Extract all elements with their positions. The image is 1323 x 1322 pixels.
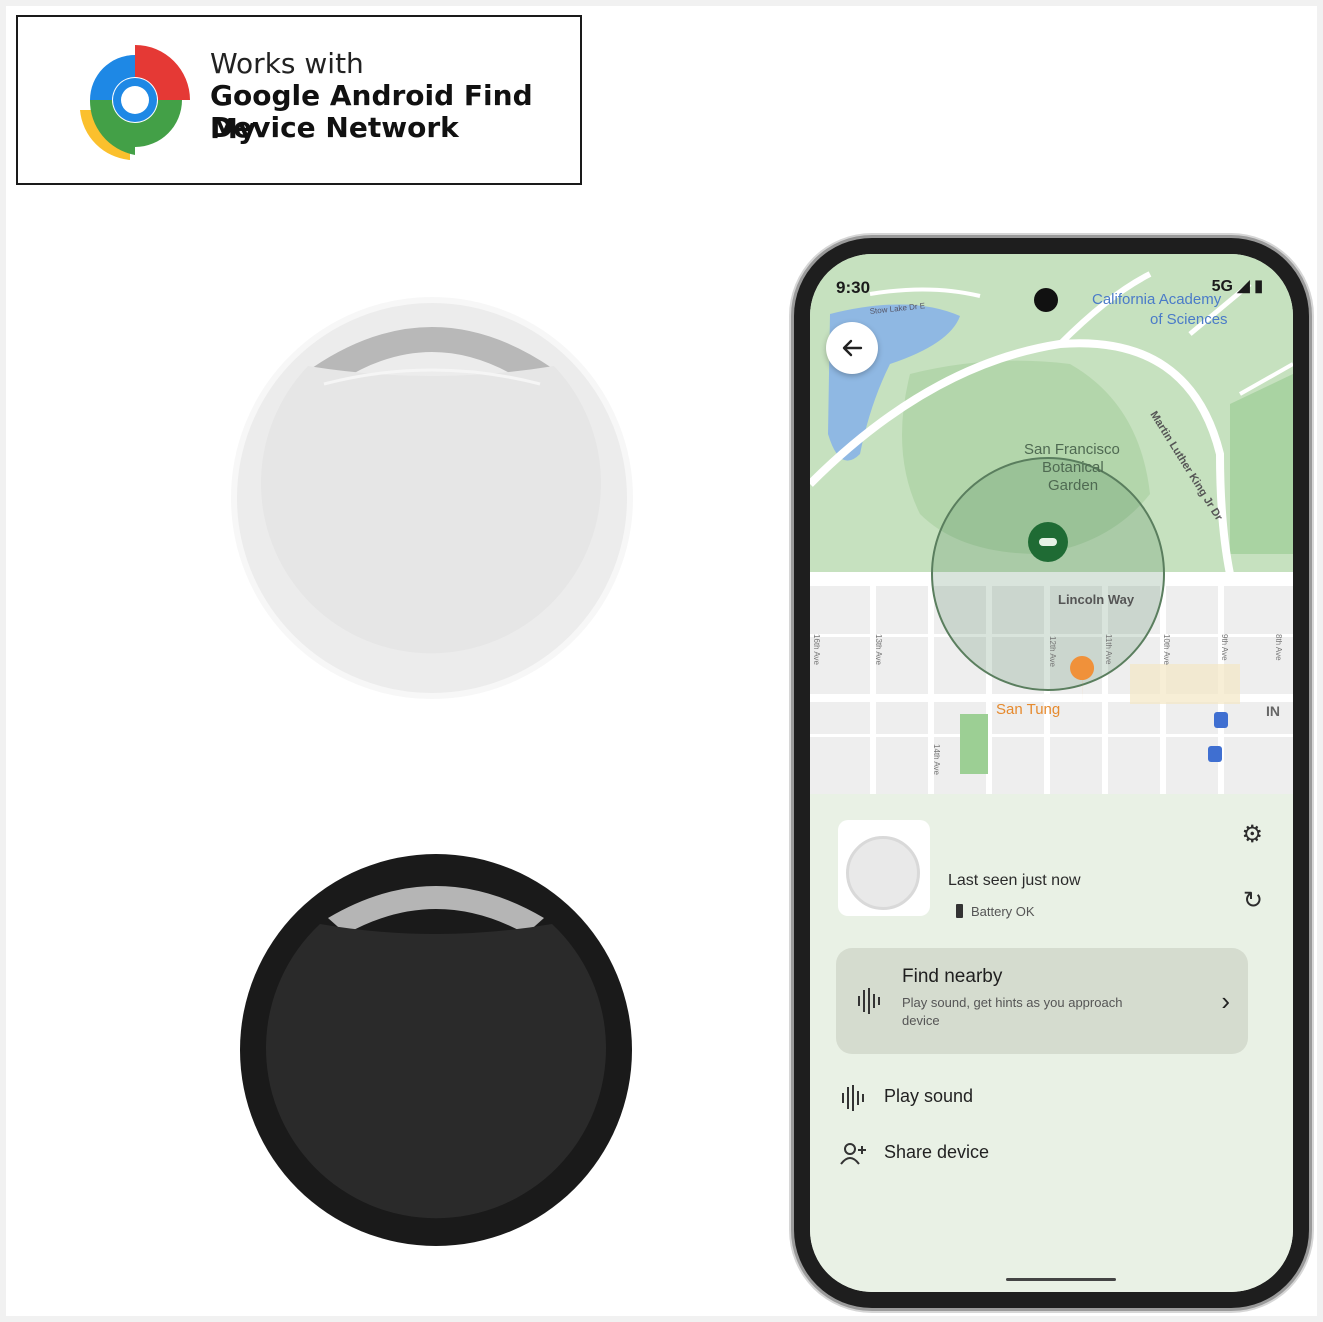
signal-icon: ◢ <box>1237 278 1250 295</box>
map-label-13th-ave: 13th Ave <box>874 634 883 666</box>
badge-line-3: Device Network <box>210 111 459 144</box>
map-label-11th-ave: 11th Ave <box>1104 634 1113 665</box>
map-label-garden-2: Botanical <box>1042 459 1104 476</box>
battery-icon <box>956 904 963 918</box>
find-my-device-logo-icon <box>80 45 190 160</box>
map-label-academy-2: of Sciences <box>1150 311 1228 328</box>
back-button[interactable] <box>826 322 878 374</box>
map-label-16th-ave: 16th Ave <box>812 634 821 666</box>
refresh-icon[interactable]: ↻ <box>1243 886 1263 915</box>
last-seen-text: Last seen just now <box>948 872 1081 889</box>
map-view[interactable]: California Academy of Sciences Stow Lake… <box>810 254 1293 794</box>
play-sound-icon[interactable] <box>842 1085 864 1111</box>
device-sheet: Last seen just now Battery OK ⚙ ↻ Find n… <box>810 794 1293 1292</box>
battery-status: Battery OK <box>956 904 1035 919</box>
map-label-8th-ave: 8th Ave <box>1274 634 1283 661</box>
map-label-10th-ave: 10th Ave <box>1162 634 1171 666</box>
phone-mockup: California Academy of Sciences Stow Lake… <box>794 238 1309 1308</box>
map-label-9th-ave: 9th Ave <box>1220 634 1229 661</box>
white-tracker-tag <box>231 297 633 699</box>
gear-icon[interactable]: ⚙ <box>1241 820 1263 849</box>
play-sound-button[interactable]: Play sound <box>884 1086 973 1107</box>
phone-screen: California Academy of Sciences Stow Lake… <box>810 254 1293 1292</box>
battery-text: Battery OK <box>971 904 1035 919</box>
map-label-garden-3: Garden <box>1048 477 1098 494</box>
badge-line-1: Works with <box>210 47 364 80</box>
arrow-left-icon <box>842 339 863 357</box>
map-label-in: IN <box>1266 703 1280 719</box>
find-nearby-title: Find nearby <box>902 966 1003 987</box>
map-label-lincoln: Lincoln Way <box>1058 592 1135 607</box>
add-person-icon[interactable] <box>840 1142 868 1166</box>
home-indicator[interactable] <box>1006 1278 1116 1281</box>
black-tracker-tag <box>240 854 632 1246</box>
works-with-badge: Works with Google Android Find My Device… <box>16 15 582 185</box>
share-device-button[interactable]: Share device <box>884 1142 989 1163</box>
battery-status-icon: ▮ <box>1254 278 1263 295</box>
map-label-academy: California Academy <box>1092 291 1222 308</box>
find-nearby-subtitle: Play sound, get hints as you approach de… <box>902 995 1123 1028</box>
status-time: 9:30 <box>836 278 871 297</box>
sound-wave-icon <box>858 988 880 1014</box>
map-label-garden-1: San Francisco <box>1024 441 1120 458</box>
map-label-14th-ave: 14th Ave <box>932 744 941 776</box>
device-thumbnail <box>838 820 930 916</box>
chevron-right-icon: › <box>1221 986 1230 1016</box>
find-nearby-card[interactable]: Find nearby Play sound, get hints as you… <box>836 948 1248 1054</box>
map-label-san-tung: San Tung <box>996 701 1060 718</box>
network-label: 5G <box>1211 278 1233 295</box>
map-label-12th-ave: 12th Ave <box>1048 636 1057 668</box>
camera-cutout <box>1034 288 1058 312</box>
status-network: 5G ◢ ▮ <box>1212 276 1263 296</box>
